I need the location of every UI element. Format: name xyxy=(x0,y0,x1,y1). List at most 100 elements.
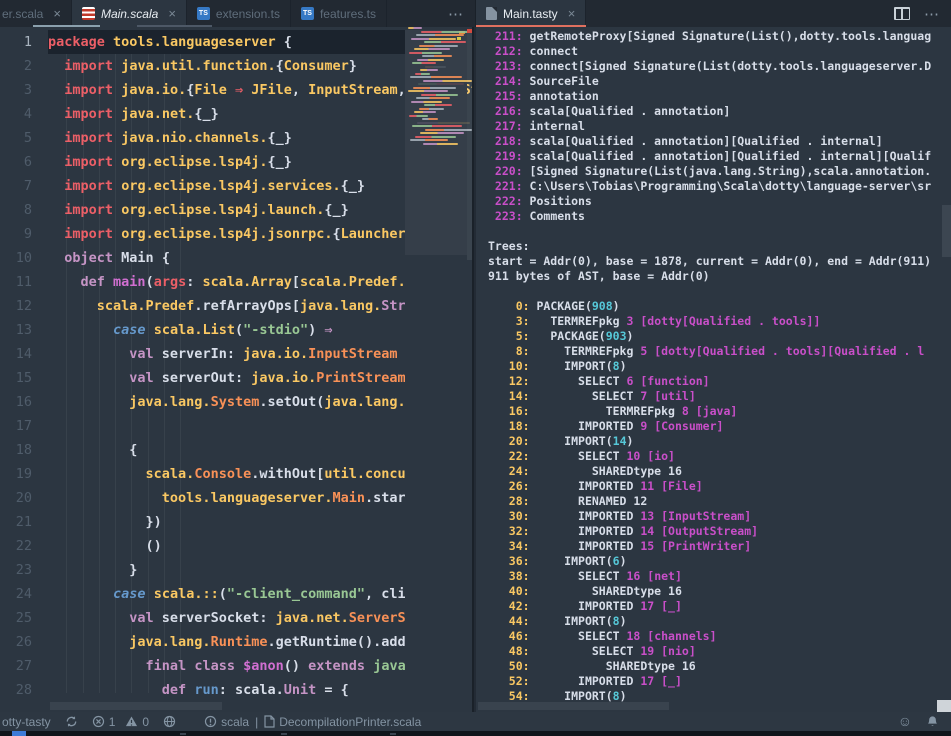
code-line[interactable]: 26 java.lang.Runtime.getRuntime().addSh xyxy=(0,630,405,654)
vertical-scrollbar[interactable] xyxy=(467,27,474,712)
more-tabs-button[interactable]: ⋯ xyxy=(438,0,475,27)
code-line[interactable]: 5 import java.nio.channels.{_} xyxy=(0,126,405,150)
code-area[interactable]: 1package tools.languageserver {2 import … xyxy=(0,30,405,702)
code-line[interactable]: 48: SELECT 19 [nio] xyxy=(488,644,948,659)
code-line[interactable]: 27 final class $anon() extends java.l xyxy=(0,654,405,678)
code-line[interactable]: 6 import org.eclipse.lsp4j.{_} xyxy=(0,150,405,174)
code-line[interactable]: 44: IMPORT(8) xyxy=(488,614,948,629)
code-line[interactable]: 10 object Main { xyxy=(0,246,405,270)
code-line[interactable]: 32: IMPORTED 14 [OutputStream] xyxy=(488,524,948,539)
code-line[interactable]: 213: connect[Signed Signature(List(dotty… xyxy=(488,59,948,74)
code-line[interactable]: 911 bytes of AST, base = Addr(0) xyxy=(488,269,948,284)
code-line[interactable]: 3: TERMREFpkg 3 [dotty[Qualified . tools… xyxy=(488,314,948,329)
tab-er-scala[interactable]: er.scala × xyxy=(0,0,72,27)
code-line[interactable]: 8: TERMREFpkg 5 [dotty[Qualified . tools… xyxy=(488,344,948,359)
code-line[interactable]: 24: SHAREDtype 16 xyxy=(488,464,948,479)
code-line[interactable]: 0: PACKAGE(908) xyxy=(488,299,948,314)
scrollbar-thumb[interactable] xyxy=(50,702,222,710)
code-line[interactable]: 2 import java.util.function.{Consumer} xyxy=(0,54,405,78)
split-editor-icon[interactable] xyxy=(894,7,910,20)
code-line[interactable]: 12 scala.Predef.refArrayOps[java.lang.St… xyxy=(0,294,405,318)
code-line[interactable]: 42: IMPORTED 17 [_] xyxy=(488,599,948,614)
code-line[interactable]: 3 import java.io.{File ⇒ JFile, InputStr… xyxy=(0,78,405,102)
language-mode-item[interactable]: scala | DecompilationPrinter.scala xyxy=(197,712,428,731)
code-line[interactable]: 20: IMPORT(14) xyxy=(488,434,948,449)
code-line[interactable]: 50: SHAREDtype 16 xyxy=(488,659,948,674)
code-line[interactable]: 16: TERMREFpkg 8 [java] xyxy=(488,404,948,419)
code-line[interactable]: 30: IMPORTED 13 [InputStream] xyxy=(488,509,948,524)
code-line[interactable]: 28 def run: scala.Unit = { xyxy=(0,678,405,702)
editor-pane-main-tasty[interactable]: 211: getRemoteProxy[Signed Signature(Lis… xyxy=(476,27,951,712)
code-line[interactable]: 34: IMPORTED 15 [PrintWriter] xyxy=(488,539,948,554)
tab-main-tasty[interactable]: Main.tasty × xyxy=(476,0,586,27)
code-line[interactable]: 36: IMPORT(6) xyxy=(488,554,948,569)
code-line[interactable]: start = Addr(0), base = 1878, current = … xyxy=(488,254,948,269)
code-line[interactable]: 212: connect xyxy=(488,44,948,59)
close-icon[interactable]: × xyxy=(168,6,176,21)
code-line[interactable]: 10: IMPORT(8) xyxy=(488,359,948,374)
code-line[interactable]: 218: scala[Qualified . annotation][Quali… xyxy=(488,134,948,149)
code-line[interactable]: 14 val serverIn: java.io.InputStream = xyxy=(0,342,405,366)
code-line[interactable]: 5: PACKAGE(903) xyxy=(488,329,948,344)
code-line[interactable]: 8 import org.eclipse.lsp4j.launch.{_} xyxy=(0,198,405,222)
code-line[interactable]: 40: SHAREDtype 16 xyxy=(488,584,948,599)
scrollbar-thumb[interactable] xyxy=(467,30,474,260)
scrollbar-thumb[interactable] xyxy=(942,205,951,257)
code-line[interactable]: 221: C:\Users\Tobias\Programming\Scala\d… xyxy=(488,179,948,194)
code-line[interactable]: 26: IMPORTED 11 [File] xyxy=(488,479,948,494)
code-line[interactable] xyxy=(488,284,948,299)
close-icon[interactable]: × xyxy=(53,6,61,21)
code-line[interactable]: 46: SELECT 18 [channels] xyxy=(488,629,948,644)
code-line[interactable]: 20 tools.languageserver.Main.startS xyxy=(0,486,405,510)
code-line[interactable]: 214: SourceFile xyxy=(488,74,948,89)
close-icon[interactable]: × xyxy=(568,6,576,21)
code-line[interactable]: 1package tools.languageserver { xyxy=(0,30,405,54)
code-line[interactable]: 28: RENAMED 12 xyxy=(488,494,948,509)
code-line[interactable]: 38: SELECT 16 [net] xyxy=(488,569,948,584)
code-line[interactable]: 52: IMPORTED 17 [_] xyxy=(488,674,948,689)
live-share-button[interactable] xyxy=(156,712,183,731)
code-line[interactable]: 22: SELECT 10 [io] xyxy=(488,449,948,464)
vertical-scrollbar[interactable] xyxy=(941,27,951,712)
sync-button[interactable] xyxy=(58,712,85,731)
code-line[interactable]: 7 import org.eclipse.lsp4j.services.{_} xyxy=(0,174,405,198)
code-line[interactable]: 216: scala[Qualified . annotation] xyxy=(488,104,948,119)
code-line[interactable]: 4 import java.net.{_} xyxy=(0,102,405,126)
code-line[interactable]: 24 case scala.::("-client_command", clie… xyxy=(0,582,405,606)
code-line[interactable] xyxy=(488,224,948,239)
code-line[interactable]: Trees: xyxy=(488,239,948,254)
code-line[interactable]: 219: scala[Qualified . annotation][Quali… xyxy=(488,149,948,164)
code-line[interactable]: 220: [Signed Signature(List(java.lang.St… xyxy=(488,164,948,179)
code-line[interactable]: 223: Comments xyxy=(488,209,948,224)
more-actions-button[interactable]: ⋯ xyxy=(924,5,941,23)
code-line[interactable]: 23 } xyxy=(0,558,405,582)
code-line[interactable]: 215: annotation xyxy=(488,89,948,104)
code-line[interactable]: 17 xyxy=(0,414,405,438)
code-line[interactable]: 14: SELECT 7 [util] xyxy=(488,389,948,404)
scrollbar-thumb[interactable] xyxy=(478,702,669,710)
code-line[interactable]: 21 }) xyxy=(0,510,405,534)
horizontal-scrollbar[interactable] xyxy=(0,702,465,710)
tab-main-scala[interactable]: Main.scala × xyxy=(72,0,187,27)
code-line[interactable]: 12: SELECT 6 [function] xyxy=(488,374,948,389)
minimap[interactable] xyxy=(405,27,467,712)
code-line[interactable]: 13 case scala.List("-stdio") ⇒ xyxy=(0,318,405,342)
problems-item[interactable]: 1 0 xyxy=(85,712,156,731)
code-line[interactable]: 11 def main(args: scala.Array[scala.Pred… xyxy=(0,270,405,294)
code-line[interactable]: 222: Positions xyxy=(488,194,948,209)
notifications-button[interactable] xyxy=(919,715,951,728)
git-branch-item[interactable]: otty-tasty xyxy=(0,712,58,731)
code-line[interactable]: 25 val serverSocket: java.net.ServerSoc xyxy=(0,606,405,630)
code-line[interactable]: 18 { xyxy=(0,438,405,462)
code-line[interactable]: 9 import org.eclipse.lsp4j.jsonrpc.{Laun… xyxy=(0,222,405,246)
tab-extension-ts[interactable]: TS extension.ts xyxy=(187,0,291,27)
code-line[interactable]: 211: getRemoteProxy[Signed Signature(Lis… xyxy=(488,29,948,44)
code-area[interactable]: 211: getRemoteProxy[Signed Signature(Lis… xyxy=(488,29,948,704)
code-line[interactable]: 15 val serverOut: java.io.PrintStream = xyxy=(0,366,405,390)
code-line[interactable]: 22 () xyxy=(0,534,405,558)
code-line[interactable]: 217: internal xyxy=(488,119,948,134)
horizontal-scrollbar[interactable] xyxy=(476,702,951,710)
tab-features-ts[interactable]: TS features.ts xyxy=(291,0,387,27)
code-line[interactable]: 19 scala.Console.withOut[util.concurr xyxy=(0,462,405,486)
editor-pane-main-scala[interactable]: 1package tools.languageserver {2 import … xyxy=(0,27,474,712)
